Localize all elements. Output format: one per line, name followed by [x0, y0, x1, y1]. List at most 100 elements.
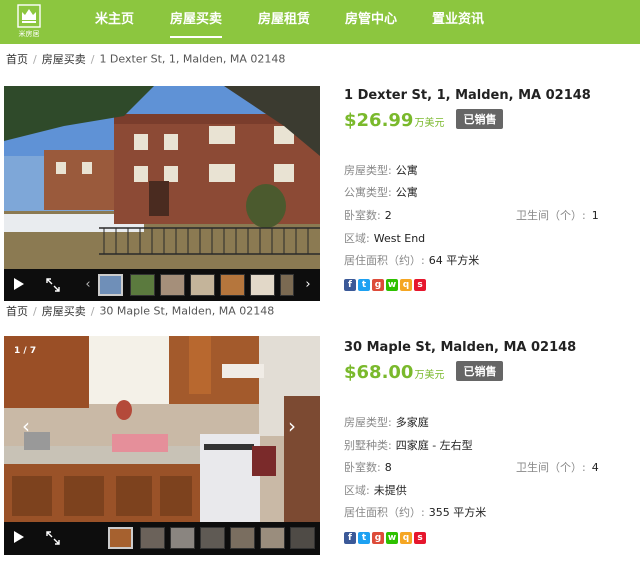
listing-card: 首页 / 房屋买卖 / 1 Dexter St, 1, Malden, MA 02148 — [0, 44, 640, 302]
top-navbar: 米房居 米主页 房屋买卖 房屋租赁 房管中心 置业资讯 — [0, 0, 640, 44]
expand-icon — [46, 531, 60, 545]
nav-rental[interactable]: 房屋租赁 — [258, 0, 310, 44]
attr-value: 公寓 — [395, 186, 418, 199]
attr-label: 居住面积（约）: — [344, 506, 425, 519]
attr-living-area: 居住面积（约）: 355 平方米 — [344, 504, 486, 520]
attr-label: 卧室数: — [344, 209, 381, 222]
twitter-icon[interactable]: t — [358, 279, 370, 291]
price-unit: 万美元 — [414, 370, 445, 381]
thumbnail-image[interactable] — [290, 527, 315, 549]
qzone-icon[interactable]: q — [400, 279, 412, 291]
nav-buy-sell[interactable]: 房屋买卖 — [170, 0, 223, 44]
share-icons: ftgwqs — [344, 279, 428, 292]
attr-value: 355 平方米 — [428, 506, 487, 519]
photo-next-button[interactable]: › — [288, 414, 296, 438]
thumbnail-image[interactable] — [250, 274, 275, 296]
weibo-icon[interactable]: s — [414, 532, 426, 544]
attr-area: 区域: 未提供 — [344, 482, 407, 498]
breadcrumb-current: 1 Dexter St, 1, Malden, MA 02148 — [99, 52, 286, 66]
attr-label: 居住面积（约）: — [344, 254, 425, 267]
breadcrumb-buy-sell[interactable]: 房屋买卖 — [42, 53, 86, 66]
listing-photo[interactable] — [4, 86, 320, 269]
twitter-icon[interactable]: t — [358, 532, 370, 544]
photo-prev-button[interactable]: ‹ — [22, 414, 30, 438]
thumbnail-image[interactable] — [190, 274, 215, 296]
attr-value: 公寓 — [395, 164, 418, 177]
facebook-icon[interactable]: f — [344, 279, 356, 291]
price-row: $68.00万美元 已销售 — [344, 361, 504, 388]
attr-bedrooms: 卧室数: 8 — [344, 459, 392, 475]
price-unit: 万美元 — [414, 118, 445, 129]
share-icons: ftgwqs — [344, 532, 428, 545]
attr-property-type: 房屋类型: 公寓 — [344, 162, 418, 178]
photo-gallery: ‹ › — [4, 86, 320, 301]
attr-area: 区域: West End — [344, 230, 425, 246]
attr-label: 区域: — [344, 484, 370, 497]
attr-label: 区域: — [344, 232, 370, 245]
attr-value: 8 — [384, 461, 392, 474]
play-icon — [14, 278, 24, 290]
google-plus-icon[interactable]: g — [372, 532, 384, 544]
status-badge: 已销售 — [456, 361, 504, 381]
breadcrumb-home[interactable]: 首页 — [6, 305, 28, 318]
facebook-icon[interactable]: f — [344, 532, 356, 544]
attr-label: 别墅种类: — [344, 439, 392, 452]
attr-villa-type: 别墅种类: 四家庭 - 左右型 — [344, 437, 473, 453]
breadcrumb: 首页 / 房屋买卖 / 1 Dexter St, 1, Malden, MA 02148 — [6, 51, 285, 67]
attr-value: 64 平方米 — [428, 254, 480, 267]
breadcrumb-separator: / — [90, 304, 95, 318]
thumbnail-image[interactable] — [98, 274, 123, 296]
nav-news[interactable]: 置业资讯 — [432, 0, 484, 44]
listing-card: 首页 / 房屋买卖 / 30 Maple St, Malden, MA 02148 — [0, 302, 640, 561]
thumbnail-image[interactable] — [220, 274, 245, 296]
wechat-icon[interactable]: w — [386, 279, 398, 291]
attr-bathrooms: 卫生间（个）: 4 — [516, 459, 599, 475]
google-plus-icon[interactable]: g — [372, 279, 384, 291]
play-icon — [14, 531, 24, 543]
status-badge: 已销售 — [456, 109, 504, 129]
logo-text: 米房居 — [18, 30, 40, 38]
listing-photo[interactable]: 1 / 7 ‹ › — [4, 336, 320, 522]
thumbnail-image[interactable] — [170, 527, 195, 549]
attr-bedrooms: 卧室数: 2 — [344, 207, 392, 223]
listing-title[interactable]: 30 Maple St, Malden, MA 02148 — [344, 340, 576, 355]
fullscreen-button[interactable] — [38, 522, 68, 554]
thumbnail-image[interactable] — [230, 527, 255, 549]
listing-title[interactable]: 1 Dexter St, 1, Malden, MA 02148 — [344, 88, 591, 103]
thumbnail-image[interactable] — [108, 527, 133, 549]
play-button[interactable] — [4, 522, 34, 554]
weibo-icon[interactable]: s — [414, 279, 426, 291]
thumbnail-image[interactable] — [160, 274, 185, 296]
attr-apartment-type: 公寓类型: 公寓 — [344, 184, 418, 200]
thumbnail-bar: ‹ › — [4, 269, 320, 301]
thumbnail-image[interactable] — [140, 527, 165, 549]
attr-value: West End — [373, 232, 426, 245]
attr-bathrooms: 卫生间（个）: 1 — [516, 207, 599, 223]
attr-label: 房屋类型: — [344, 164, 392, 177]
attr-property-type: 房屋类型: 多家庭 — [344, 414, 429, 430]
thumbnail-bar — [4, 522, 320, 555]
breadcrumb-separator: / — [33, 304, 37, 318]
attr-label: 卧室数: — [344, 461, 381, 474]
thumbnail-image[interactable] — [280, 274, 294, 296]
attr-value: 多家庭 — [395, 416, 429, 429]
attr-value: 四家庭 - 左右型 — [395, 439, 473, 452]
nav-home[interactable]: 米主页 — [95, 0, 134, 44]
thumbnail-next-button[interactable]: › — [300, 269, 316, 301]
breadcrumb-separator: / — [90, 52, 95, 66]
play-button[interactable] — [4, 269, 34, 301]
fullscreen-button[interactable] — [38, 269, 68, 301]
nav-property-management[interactable]: 房管中心 — [345, 0, 397, 44]
breadcrumb-home[interactable]: 首页 — [6, 53, 28, 66]
qzone-icon[interactable]: q — [400, 532, 412, 544]
thumbnail-image[interactable] — [260, 527, 285, 549]
thumbnail-prev-button[interactable]: ‹ — [80, 269, 96, 301]
attr-label: 公寓类型: — [344, 186, 392, 199]
wechat-icon[interactable]: w — [386, 532, 398, 544]
thumbnail-image[interactable] — [200, 527, 225, 549]
site-logo[interactable]: 米房居 — [8, 3, 50, 41]
breadcrumb-buy-sell[interactable]: 房屋买卖 — [42, 305, 86, 318]
price-row: $26.99万美元 已销售 — [344, 109, 504, 136]
thumbnail-image[interactable] — [130, 274, 155, 296]
attr-label: 卫生间（个）: — [516, 461, 586, 474]
